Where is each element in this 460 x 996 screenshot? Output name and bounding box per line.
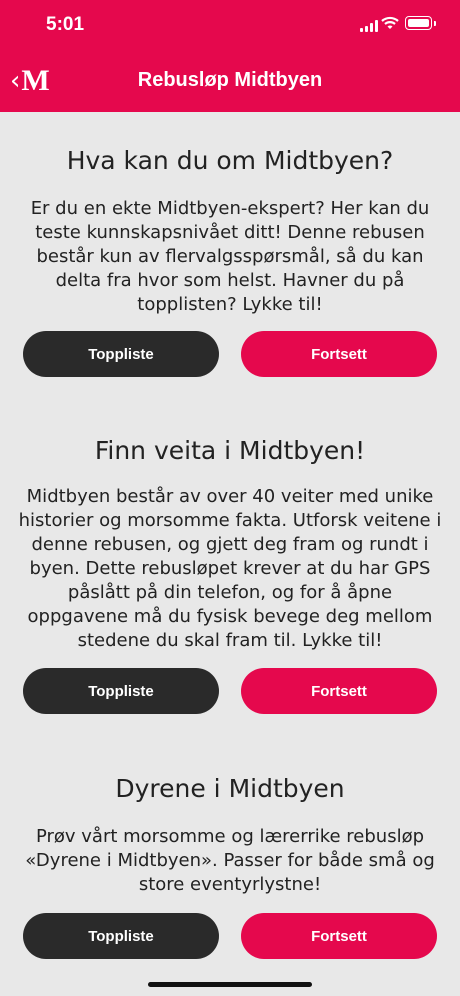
wifi-icon: [381, 16, 399, 29]
cellular-signal-icon: [360, 20, 380, 32]
card-title: Dyrene i Midtbyen: [115, 774, 345, 803]
continue-button[interactable]: Fortsett: [241, 331, 437, 377]
continue-button[interactable]: Fortsett: [241, 668, 437, 714]
continue-button[interactable]: Fortsett: [241, 913, 437, 959]
battery-icon: [405, 16, 436, 30]
card-title: Hva kan du om Midtbyen?: [66, 146, 394, 175]
status-time: 5:01: [46, 14, 85, 35]
card-description: Er du en ekte Midtbyen-ekspert? Her kan …: [30, 198, 430, 315]
status-bar: 5:01: [0, 0, 460, 50]
leaderboard-button[interactable]: Toppliste: [23, 913, 219, 959]
home-indicator[interactable]: [148, 982, 312, 987]
page-title: Rebusløp Midtbyen: [137, 69, 323, 91]
leaderboard-button[interactable]: Toppliste: [23, 331, 219, 377]
rebus-card-2: Finn veita i Midtbyen! Midtbyen består a…: [0, 436, 460, 653]
nav-bar: ‹ M Rebusløp Midtbyen: [0, 50, 460, 112]
leaderboard-button[interactable]: Toppliste: [23, 668, 219, 714]
rebus-card-3: Dyrene i Midtbyen Prøv vårt morsomme og …: [0, 774, 460, 897]
card-title: Finn veita i Midtbyen!: [94, 436, 366, 465]
card-description: Prøv vårt morsomme og lærerrike rebusløp…: [25, 826, 435, 895]
rebus-card-1: Hva kan du om Midtbyen? Er du en ekte Mi…: [0, 146, 460, 317]
card-description: Midtbyen består av over 40 veiter med un…: [18, 486, 442, 651]
app-header: 5:01 ‹ M Rebusløp Midtbyen: [0, 0, 460, 112]
